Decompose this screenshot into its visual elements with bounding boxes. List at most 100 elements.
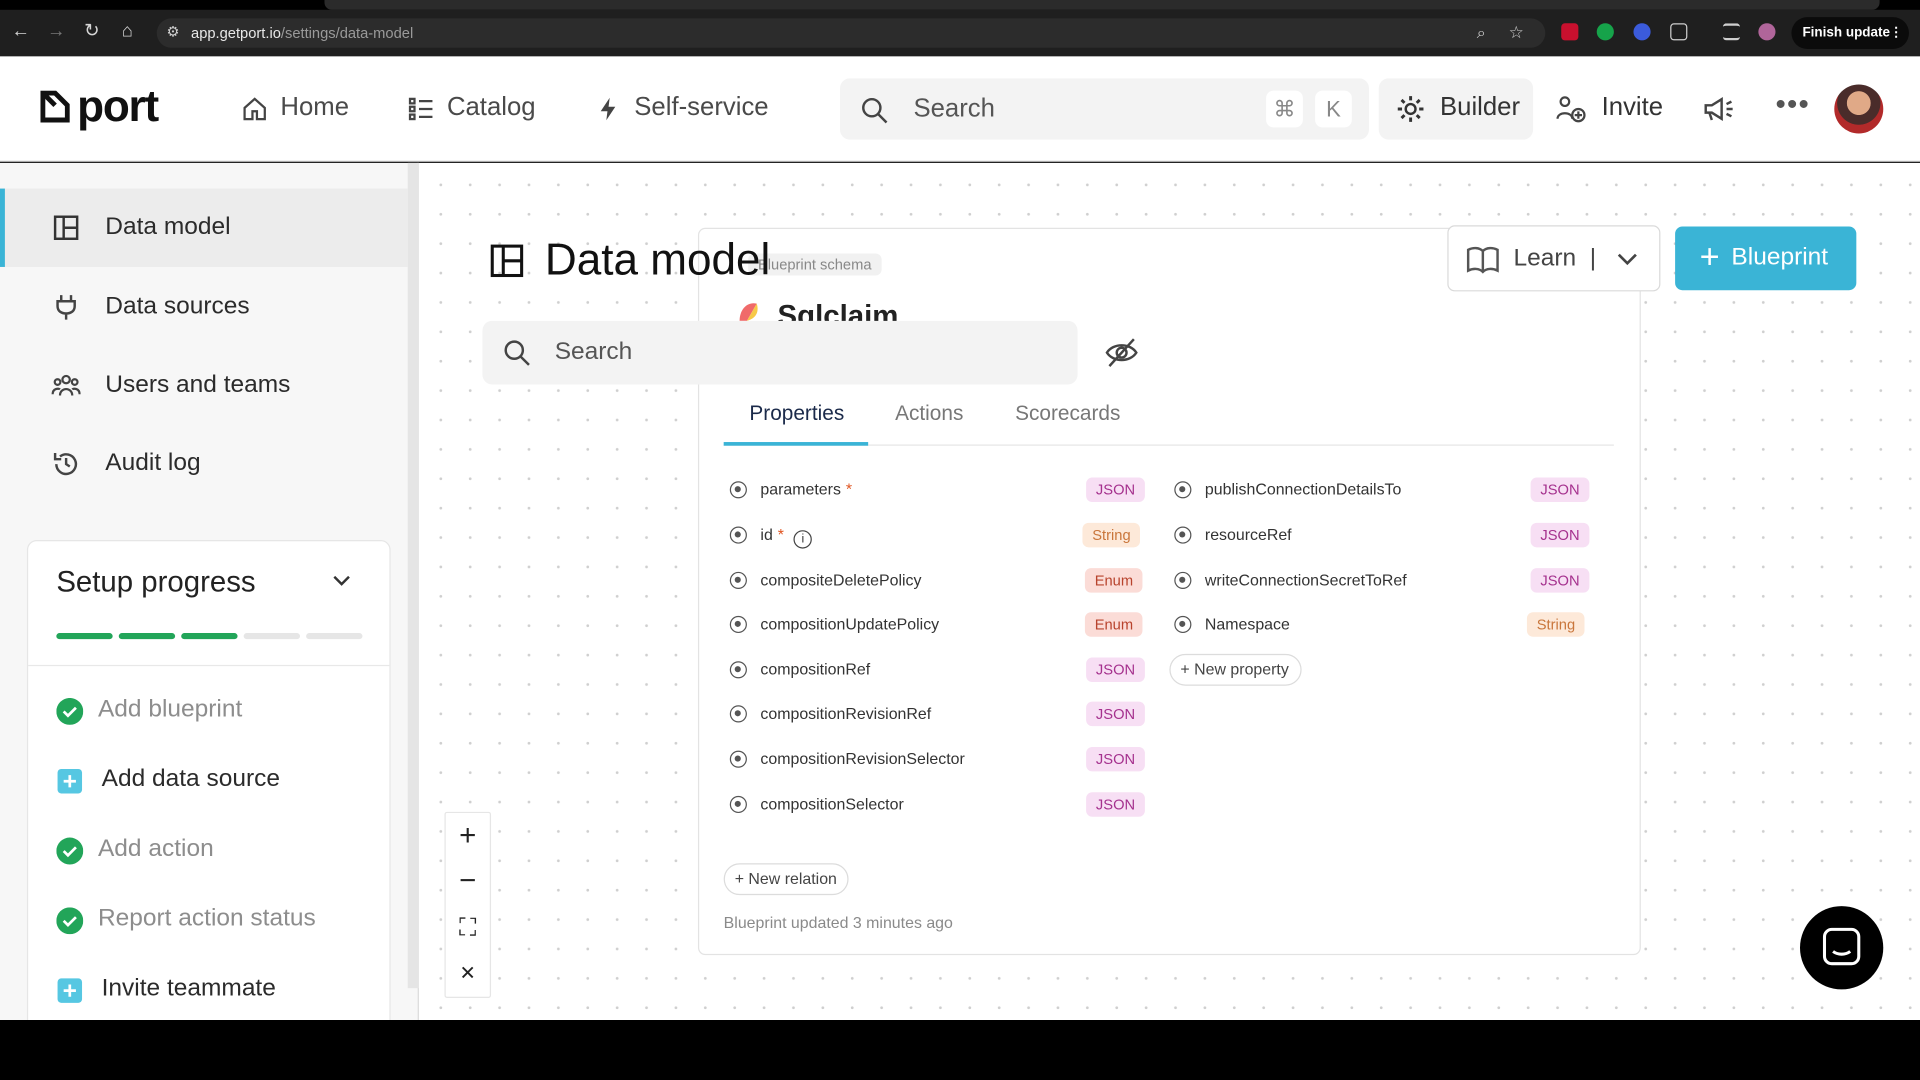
property-type-badge: JSON bbox=[1086, 477, 1145, 503]
learn-dropdown[interactable]: Learn | bbox=[1447, 225, 1661, 292]
back-icon[interactable]: ← bbox=[9, 20, 33, 44]
home-browser-icon[interactable]: ⌂ bbox=[115, 20, 139, 44]
new-relation-button[interactable]: + New relation bbox=[723, 863, 850, 896]
add-blueprint-button[interactable]: + Blueprint bbox=[1675, 226, 1857, 291]
fit-view-icon[interactable]: ⛶ bbox=[446, 905, 490, 952]
property-row[interactable]: compositeDeletePolicy Enum bbox=[729, 567, 1161, 594]
zoom-icon[interactable]: ⌕ bbox=[1477, 23, 1486, 43]
forward-icon[interactable]: → bbox=[44, 20, 68, 44]
catalog-icon bbox=[408, 97, 433, 121]
bookmark-star-icon[interactable]: ☆ bbox=[1509, 22, 1524, 43]
browser-toolbar: ← → ↻ ⌂ ⚙ app.getport.io/settings/data-m… bbox=[0, 0, 1920, 57]
extension-icon[interactable] bbox=[1561, 23, 1579, 41]
property-icon bbox=[1174, 615, 1192, 634]
finish-update-label: Finish update bbox=[1802, 25, 1891, 41]
gear-icon bbox=[1397, 96, 1424, 122]
add-blueprint-label: Blueprint bbox=[1731, 243, 1829, 271]
tab-strip bbox=[0, 0, 1920, 10]
site-settings-icon[interactable]: ⚙ bbox=[167, 23, 180, 40]
settings-sidebar: Data model Data sources Users and teams … bbox=[0, 162, 419, 1030]
more-vertical-icon[interactable]: ⋮ bbox=[1889, 17, 1902, 49]
builder-button[interactable]: Builder bbox=[1378, 78, 1534, 140]
blueprint-name: Sqlclaim bbox=[777, 300, 899, 323]
sidebar-item-data-model[interactable]: Data model bbox=[0, 188, 408, 267]
plus-icon: + bbox=[734, 869, 744, 888]
property-row[interactable]: parameters * JSON bbox=[729, 476, 1161, 503]
property-row[interactable]: compositionRef JSON bbox=[729, 656, 1161, 683]
chat-launcher-button[interactable] bbox=[1800, 906, 1884, 990]
profile-icon[interactable] bbox=[1758, 23, 1776, 41]
app-header: port Home Catalog Self-service Search ⌘ … bbox=[0, 56, 1920, 162]
property-row[interactable]: compositionRevisionSelector JSON bbox=[729, 746, 1161, 773]
progress-segment bbox=[306, 633, 363, 640]
learn-separator: | bbox=[1589, 244, 1597, 272]
sidebar-item-label: Users and teams bbox=[105, 371, 291, 398]
progress-segment bbox=[243, 633, 301, 640]
grammarly-icon[interactable] bbox=[1596, 23, 1614, 41]
property-type-badge: String bbox=[1082, 522, 1141, 548]
finish-update-button[interactable]: Finish update ⋮ bbox=[1791, 17, 1909, 49]
screen-letterbox bbox=[0, 1020, 1920, 1080]
zoom-out-icon[interactable]: − bbox=[446, 858, 490, 905]
property-type-badge: Enum bbox=[1084, 568, 1143, 593]
info-icon[interactable]: i bbox=[793, 530, 813, 549]
canvas-zoom-controls: + − ⛶ ✕ bbox=[444, 811, 492, 998]
progress-segment bbox=[181, 633, 238, 640]
setup-step-label: Add action bbox=[97, 835, 214, 863]
property-icon bbox=[729, 795, 747, 814]
sidebar-item-label: Data model bbox=[105, 213, 231, 241]
sidebar-scrollbar[interactable] bbox=[407, 162, 419, 989]
chevron-down-icon[interactable] bbox=[332, 571, 352, 591]
reload-icon[interactable]: ↻ bbox=[80, 20, 104, 44]
global-search-placeholder: Search bbox=[913, 94, 995, 123]
property-name: writeConnectionSecretToRef bbox=[1204, 570, 1407, 589]
new-property-button[interactable]: + New property bbox=[1169, 653, 1302, 686]
property-row[interactable]: Namespace String bbox=[1174, 611, 1605, 638]
property-row[interactable]: compositionSelector JSON bbox=[729, 791, 1161, 818]
extensions-puzzle-icon[interactable] bbox=[1670, 23, 1688, 41]
plus-square-icon bbox=[57, 768, 83, 794]
property-row[interactable]: compositionRevisionRef JSON bbox=[729, 700, 1161, 727]
property-row[interactable]: writeConnectionSecretToRef JSON bbox=[1174, 567, 1605, 594]
url-path: /settings/data-model bbox=[280, 24, 414, 42]
setup-progress-bar bbox=[56, 633, 363, 640]
tab-actions[interactable]: Actions bbox=[895, 402, 963, 426]
sidebar-item-audit-log[interactable]: Audit log bbox=[0, 425, 408, 503]
property-type-badge: JSON bbox=[1530, 522, 1590, 548]
property-row[interactable]: publishConnectionDetailsTo JSON bbox=[1174, 476, 1605, 503]
check-circle-icon bbox=[56, 837, 84, 865]
property-icon bbox=[729, 571, 747, 589]
property-type-badge: JSON bbox=[1086, 746, 1145, 772]
megaphone-icon[interactable] bbox=[1702, 94, 1734, 123]
zoom-in-icon[interactable]: + bbox=[446, 813, 490, 860]
data-model-canvas[interactable]: Blueprint schema Sqlclaim Properties Act… bbox=[418, 162, 1920, 1021]
global-search[interactable]: Search ⌘ K bbox=[840, 78, 1369, 140]
data-model-icon bbox=[490, 244, 524, 278]
property-icon bbox=[1174, 526, 1192, 544]
more-options-icon[interactable]: ••• bbox=[1776, 88, 1811, 122]
eye-off-icon[interactable] bbox=[1104, 337, 1138, 369]
tab-scorecards[interactable]: Scorecards bbox=[1015, 402, 1120, 426]
setup-progress-panel: Setup progress Add blueprint Add data so… bbox=[26, 540, 391, 1030]
extension-icon[interactable] bbox=[1633, 23, 1651, 41]
property-row[interactable]: id * i String bbox=[729, 522, 1161, 549]
search-icon bbox=[862, 97, 888, 124]
users-icon bbox=[51, 374, 81, 396]
collapse-icon[interactable]: ✕ bbox=[446, 951, 490, 998]
property-row[interactable]: resourceRef JSON bbox=[1174, 522, 1605, 549]
blueprint-search-input[interactable]: Search bbox=[482, 320, 1078, 385]
address-bar[interactable]: ⚙ app.getport.io/settings/data-model ⌕ ☆ bbox=[156, 18, 1546, 48]
tab-properties[interactable]: Properties bbox=[749, 402, 844, 426]
sidebar-item-users-and-teams[interactable]: Users and teams bbox=[0, 347, 408, 425]
user-avatar[interactable] bbox=[1834, 84, 1884, 134]
property-row[interactable]: compositionUpdatePolicy Enum bbox=[729, 611, 1161, 638]
learn-label: Learn | bbox=[1513, 245, 1596, 273]
reading-list-icon[interactable] bbox=[1722, 23, 1741, 41]
sidebar-item-data-sources[interactable]: Data sources bbox=[0, 268, 408, 346]
browser-tab[interactable] bbox=[324, 0, 1880, 10]
property-icon bbox=[729, 661, 747, 679]
property-name: compositionRevisionRef bbox=[760, 704, 932, 723]
plus-square-icon bbox=[57, 978, 83, 1003]
chat-icon bbox=[1822, 927, 1861, 966]
setup-progress-title: Setup progress bbox=[56, 565, 256, 599]
